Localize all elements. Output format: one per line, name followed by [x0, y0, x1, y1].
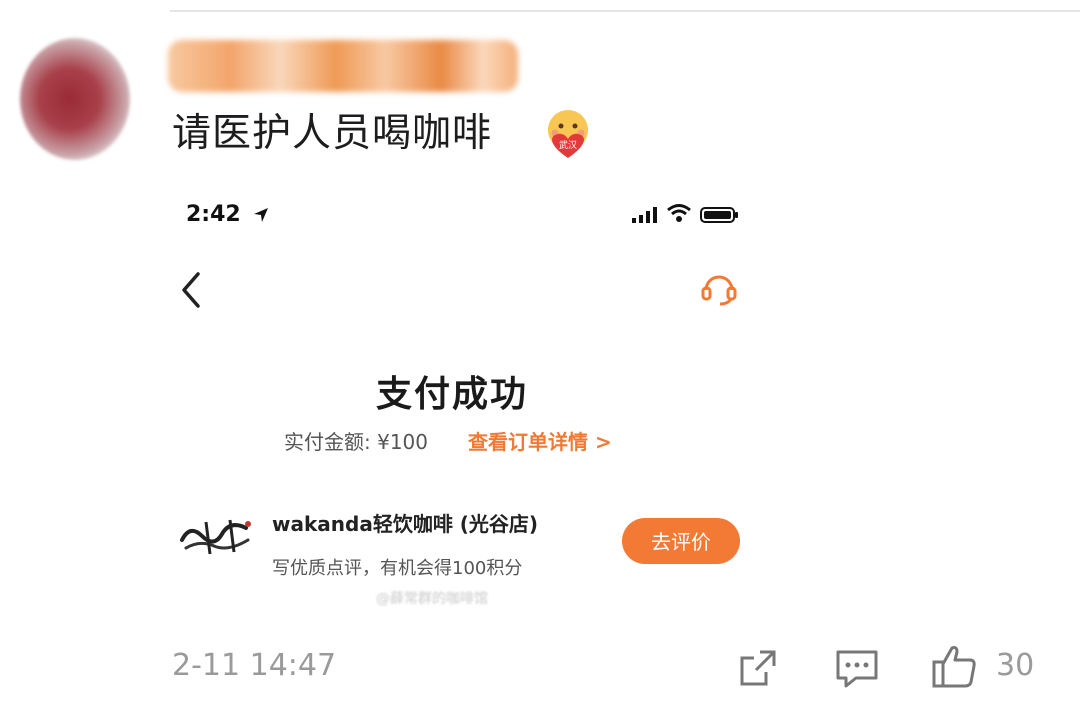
review-prompt: 写优质点评，有机会得100积分 [272, 558, 523, 579]
weibo-watermark: @薛常群的咖啡馆 [376, 591, 488, 607]
wuhan-heart-emoji-icon: 武汉 [548, 110, 588, 158]
back-chevron-icon[interactable] [178, 270, 206, 310]
customer-service-headset-icon[interactable] [698, 266, 740, 308]
store-logo [180, 519, 251, 555]
signal-icon [632, 207, 657, 223]
payment-success-title: 支付成功 [376, 374, 529, 415]
store-name[interactable]: wakanda轻饮咖啡 (光谷店) [272, 508, 538, 537]
thumbs-up-icon[interactable] [930, 640, 980, 690]
post-timestamp: 2-11 14:47 [172, 648, 337, 683]
view-order-details-link[interactable]: 查看订单详情 > [468, 426, 612, 455]
share-icon[interactable] [736, 646, 780, 690]
top-divider [170, 10, 1080, 12]
status-time: 2:42 [186, 202, 241, 227]
location-arrow-icon [254, 208, 268, 222]
comment-icon[interactable] [834, 646, 880, 690]
emoji-text: 武汉 [559, 139, 577, 151]
paid-amount: 实付金额: ¥100 [284, 430, 428, 454]
avatar[interactable] [20, 38, 130, 160]
post-text: 请医护人员喝咖啡 [172, 111, 493, 156]
embedded-screenshot[interactable]: 2:42 支付成功 实付金额: ¥100 查看订单详情 > wakanda轻饮咖… [170, 180, 760, 620]
wifi-icon [667, 204, 691, 222]
username-blurred[interactable] [168, 40, 518, 92]
like-count: 30 [996, 648, 1035, 683]
write-review-button[interactable]: 去评价 [622, 518, 740, 564]
weibo-post: 请医护人员喝咖啡 武汉 2:42 支付成功 实付金额: ¥100 查看订单详情 … [0, 0, 1080, 716]
battery-icon [700, 207, 738, 223]
